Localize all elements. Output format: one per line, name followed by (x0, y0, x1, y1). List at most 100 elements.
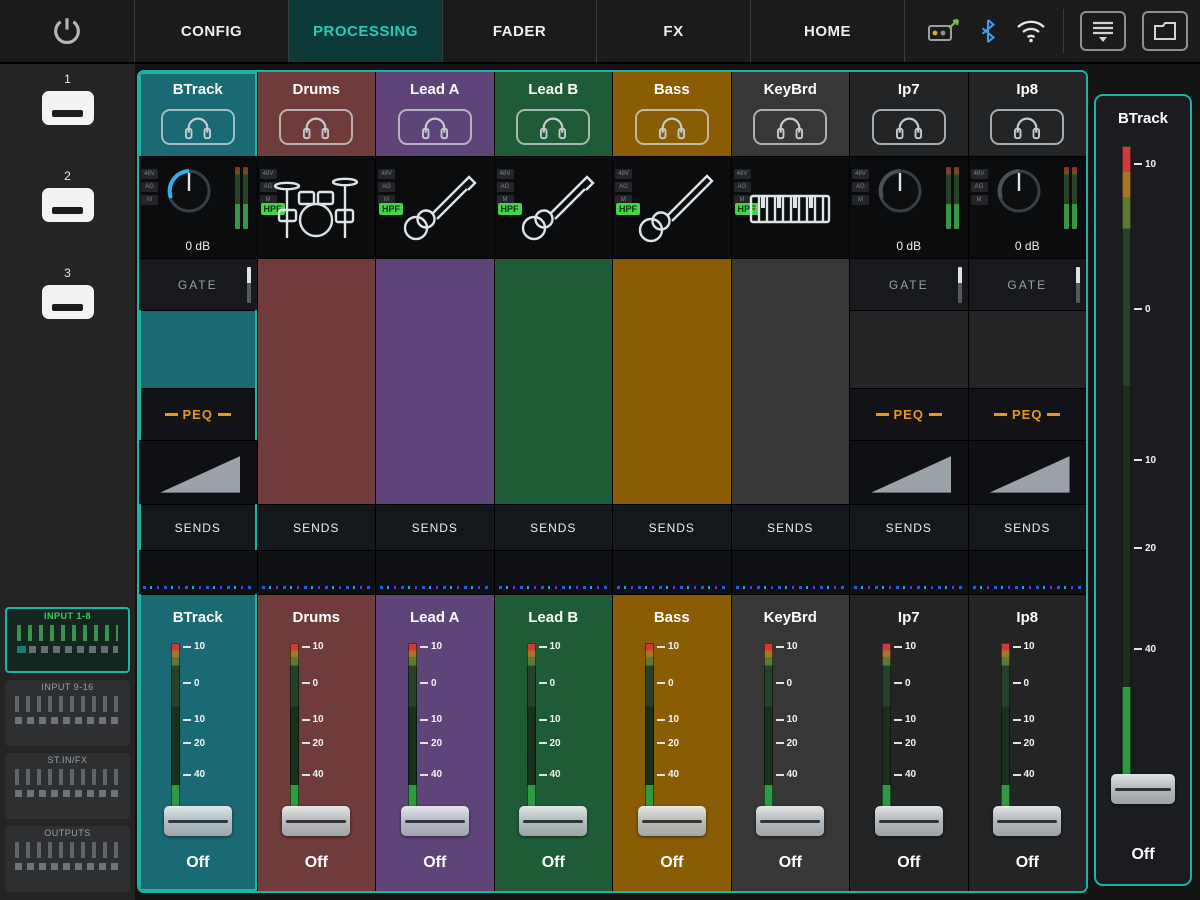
monitor-button[interactable] (925, 16, 961, 46)
channel-fader[interactable]: 10 0 10 20 40 (139, 639, 257, 841)
gain-knob[interactable] (874, 165, 926, 217)
power-button[interactable] (0, 0, 135, 62)
tab-home[interactable]: HOME (751, 0, 905, 62)
channel-header[interactable]: Drums (258, 72, 376, 156)
headphones-icon (1010, 114, 1044, 140)
gate-section[interactable]: GATE (969, 258, 1087, 310)
channel-fader[interactable]: 10 0 10 20 40 (969, 639, 1087, 841)
tab-processing[interactable]: PROCESSING (289, 0, 443, 62)
fader-cap[interactable] (1111, 774, 1175, 804)
fader-cap[interactable] (638, 806, 706, 836)
mute-group-1: 1 (0, 72, 135, 125)
fader-cap[interactable] (401, 806, 469, 836)
tab-fx[interactable]: FX (597, 0, 751, 62)
slot-number: 3 (0, 266, 135, 280)
channel-fader[interactable]: 10 0 10 20 40 (850, 639, 968, 841)
gain-section[interactable]: 48VAGM 0 dB (969, 156, 1087, 258)
fader-cap[interactable] (164, 806, 232, 836)
gate-meter (1076, 267, 1080, 303)
solo-button[interactable] (872, 109, 946, 145)
solo-button[interactable] (161, 109, 235, 145)
slot-button-2[interactable] (42, 188, 94, 222)
sends-section[interactable]: SENDS (495, 504, 613, 550)
layer-outputs[interactable]: OUTPUTS (5, 826, 130, 892)
layer-stin-fx[interactable]: ST.IN/FX (5, 753, 130, 819)
fader-cap[interactable] (519, 806, 587, 836)
channel-header[interactable]: KeyBrd (732, 72, 850, 156)
solo-button[interactable] (398, 109, 472, 145)
peq-section[interactable]: PEQ (969, 388, 1087, 440)
selected-channel-name[interactable]: BTrack (1096, 96, 1190, 138)
channel-header[interactable]: Ip8 (969, 72, 1087, 156)
fader-zone: Drums 10 0 10 20 40 Off (258, 594, 376, 891)
sends-section[interactable]: SENDS (732, 504, 850, 550)
bass-guitar-icon (626, 168, 718, 248)
channel-header[interactable]: Lead B (495, 72, 613, 156)
layer-label: INPUT 9-16 (5, 682, 130, 692)
gate-section[interactable]: GATE (139, 258, 257, 310)
channel-fader[interactable]: 10 0 10 20 40 (376, 639, 494, 841)
gain-knob[interactable] (163, 165, 215, 217)
eq-curve-section[interactable] (850, 440, 968, 504)
channel-header[interactable]: Ip7 (850, 72, 968, 156)
channel-color-block[interactable] (495, 258, 613, 504)
solo-button[interactable] (990, 109, 1064, 145)
gain-section[interactable]: 48VAGM 0 dB (850, 156, 968, 258)
layers-button[interactable] (1080, 11, 1126, 51)
fader-cap[interactable] (756, 806, 824, 836)
sends-section[interactable]: SENDS (969, 504, 1087, 550)
eq-curve-section[interactable] (139, 440, 257, 504)
channel-color-block[interactable] (258, 258, 376, 504)
channel-header[interactable]: Lead A (376, 72, 494, 156)
solo-button[interactable] (516, 109, 590, 145)
solo-button[interactable] (753, 109, 827, 145)
channel-fader[interactable]: 10 0 10 20 40 (613, 639, 731, 841)
sends-section[interactable]: SENDS (613, 504, 731, 550)
fader-cap[interactable] (875, 806, 943, 836)
sends-section[interactable]: SENDS (258, 504, 376, 550)
slot-button-3[interactable] (42, 285, 94, 319)
fader-cap[interactable] (282, 806, 350, 836)
peq-section[interactable]: PEQ (139, 388, 257, 440)
input-meter (946, 167, 959, 229)
input-section[interactable]: 48VAGM HPF (613, 156, 731, 258)
channel-fader[interactable]: 10 0 10 20 40 (258, 639, 376, 841)
power-icon (50, 14, 84, 48)
channel-color-block[interactable] (376, 258, 494, 504)
sends-section[interactable]: SENDS (850, 504, 968, 550)
layer-input-1-8[interactable]: INPUT 1-8 (5, 607, 130, 673)
headphones-icon (299, 114, 333, 140)
channel-color-block[interactable] (613, 258, 731, 504)
solo-button[interactable] (635, 109, 709, 145)
tab-fader[interactable]: FADER (443, 0, 597, 62)
channel-fader[interactable]: 10 0 10 20 40 (495, 639, 613, 841)
channel-color-block[interactable] (139, 310, 257, 388)
channel-header[interactable]: Bass (613, 72, 731, 156)
layer-input-9-16[interactable]: INPUT 9-16 (5, 680, 130, 746)
fader-cap[interactable] (993, 806, 1061, 836)
input-section[interactable]: 48VAGM HPF (732, 156, 850, 258)
channel-color-block[interactable] (850, 310, 968, 388)
eq-curve-section[interactable] (969, 440, 1087, 504)
tab-config[interactable]: CONFIG (135, 0, 289, 62)
channel-fader[interactable]: 10 0 10 20 40 (732, 639, 850, 841)
sends-section[interactable]: SENDS (139, 504, 257, 550)
gain-section[interactable]: 48VAGM 0 dB (139, 156, 257, 258)
channel-color-block[interactable] (969, 310, 1087, 388)
channel-color-block[interactable] (732, 258, 850, 504)
input-section[interactable]: 48VAGM HPF (376, 156, 494, 258)
gate-section[interactable]: GATE (850, 258, 968, 310)
bluetooth-icon (977, 16, 999, 46)
input-section[interactable]: 48VAGM HPF (258, 156, 376, 258)
sends-section[interactable]: SENDS (376, 504, 494, 550)
slot-button-1[interactable] (42, 91, 94, 125)
selected-channel-fader[interactable]: 10 0 10 20 40 (1096, 138, 1190, 832)
channel-header[interactable]: BTrack (139, 72, 257, 156)
solo-button[interactable] (279, 109, 353, 145)
input-section[interactable]: 48VAGM HPF (495, 156, 613, 258)
fader-zone: Ip8 10 0 10 20 40 Off (969, 594, 1087, 891)
peq-section[interactable]: PEQ (850, 388, 968, 440)
scenes-button[interactable] (1142, 11, 1188, 51)
channel-name: KeyBrd (732, 72, 850, 106)
gain-knob[interactable] (993, 165, 1045, 217)
